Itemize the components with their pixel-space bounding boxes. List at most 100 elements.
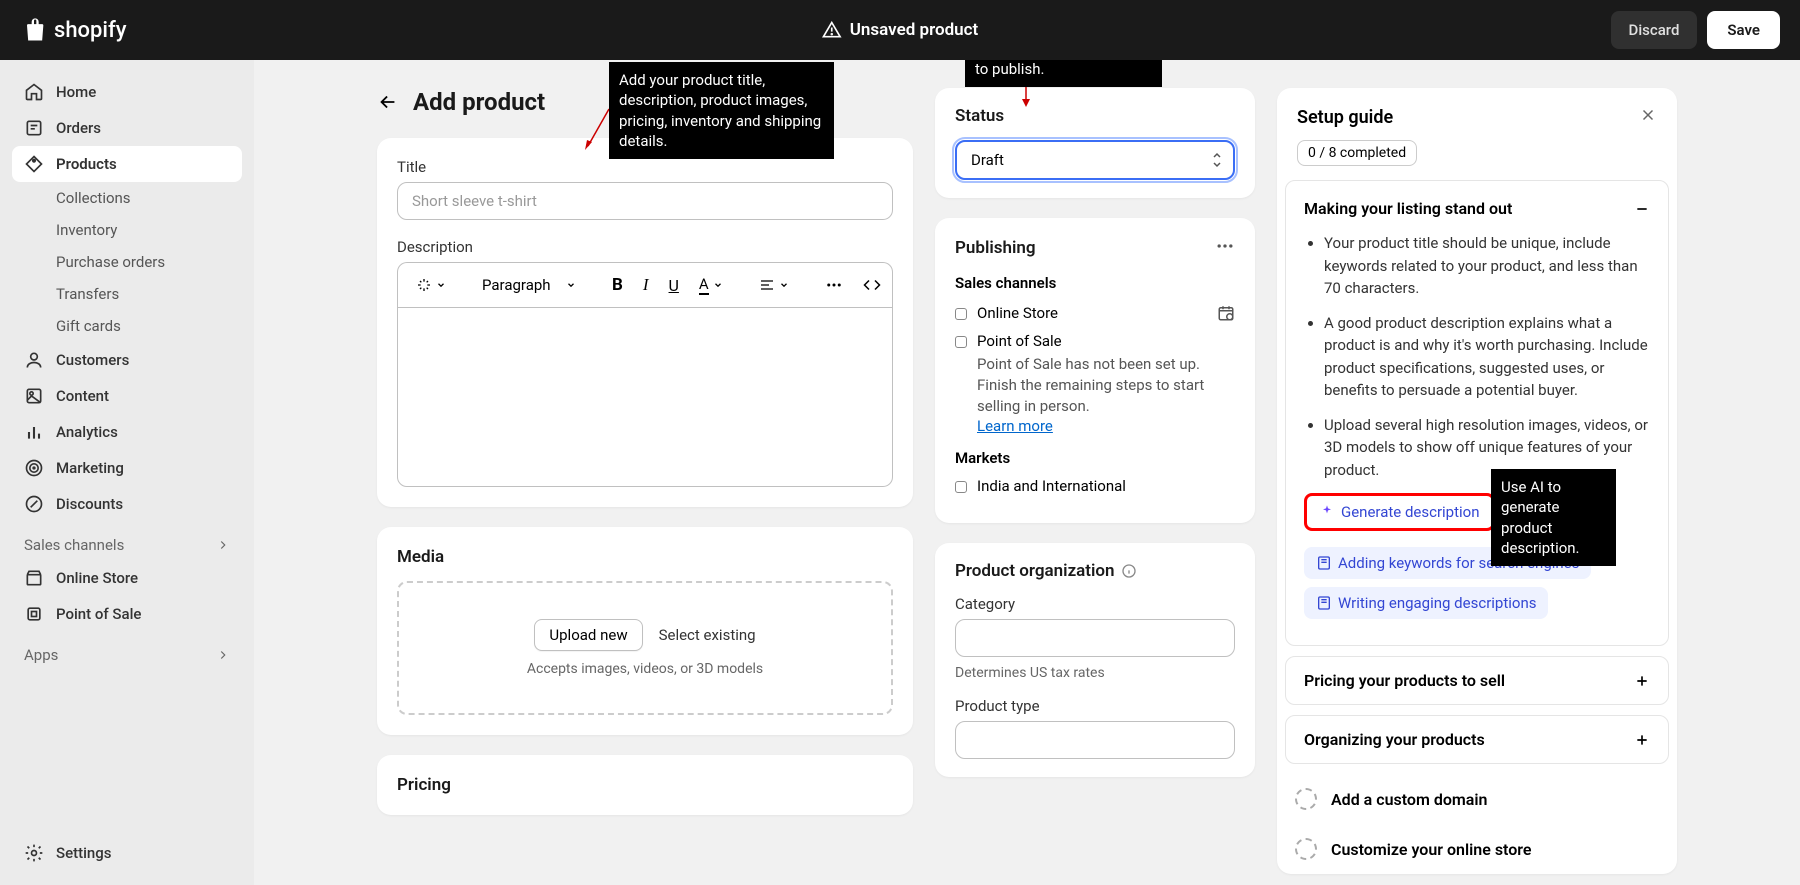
nav-discounts[interactable]: Discounts [12,486,242,522]
nav-marketing[interactable]: Marketing [12,450,242,486]
category-hint: Determines US tax rates [955,665,1235,681]
learn-more-link[interactable]: Learn more [977,417,1053,435]
generate-description-pill[interactable]: Generate description [1304,493,1495,531]
nav-purchase-orders[interactable]: Purchase orders [12,246,242,278]
nav-gift-cards[interactable]: Gift cards [12,310,242,342]
rte-italic-button[interactable]: I [635,269,657,301]
category-label: Category [955,595,1235,613]
analytics-icon [24,422,44,442]
rte-toolbar: Paragraph B I U A [397,262,893,307]
nav-products[interactable]: Products [12,146,242,182]
nav-customers[interactable]: Customers [12,342,242,378]
product-type-input[interactable] [955,721,1235,759]
page-title: Add product [413,88,545,116]
content-icon [24,386,44,406]
shopify-logo: shopify [20,16,127,44]
rte-paragraph-select[interactable]: Paragraph [474,270,584,300]
nav-content[interactable]: Content [12,378,242,414]
nav-pos[interactable]: Point of Sale [12,596,242,632]
status-title: Status [955,106,1235,126]
rte-align-button[interactable] [751,271,797,299]
market-india: India and International [955,477,1235,495]
minus-icon [1634,201,1650,217]
setup-section-listing-toggle[interactable]: Making your listing stand out [1304,199,1650,218]
publishing-title: Publishing [955,238,1036,258]
chevron-down-icon [436,280,446,290]
nav-section-apps[interactable]: Apps [12,632,242,670]
pricing-card: Pricing [377,755,913,815]
setup-close-button[interactable] [1639,106,1657,128]
task-custom-domain[interactable]: Add a custom domain [1277,774,1677,824]
upload-new-button[interactable]: Upload new [534,619,642,651]
nav-section-sales-channels[interactable]: Sales channels [12,522,242,560]
media-hint: Accepts images, videos, or 3D models [435,661,855,677]
product-org-card: Product organization Category Determines… [935,543,1255,777]
annotation-status: Change from "Draft" to "Active" once you… [965,60,1162,87]
nav-collections[interactable]: Collections [12,182,242,214]
title-input[interactable] [397,182,893,220]
orders-icon [24,118,44,138]
setup-section-organizing[interactable]: Organizing your products [1285,715,1669,764]
calendar-icon[interactable] [1217,304,1235,322]
info-icon[interactable] [1121,563,1137,579]
rte-more-button[interactable] [817,270,851,300]
rte-bold-button[interactable]: B [604,269,631,301]
nav-home[interactable]: Home [12,74,242,110]
title-label: Title [397,158,893,176]
shopify-bag-icon [20,16,48,44]
chevron-down-icon [779,280,789,290]
select-existing-button[interactable]: Select existing [659,619,756,651]
markets-label: Markets [955,449,1235,467]
channel-online-store: Online Store [955,304,1235,322]
publishing-menu-button[interactable] [1215,236,1235,260]
rte-color-button[interactable]: A [691,269,731,301]
nav-analytics[interactable]: Analytics [12,414,242,450]
publishing-card: Publishing Sales channels Online Store P… [935,218,1255,523]
nav-inventory[interactable]: Inventory [12,214,242,246]
top-header: shopify Unsaved product Discard Save [0,0,1800,60]
person-icon [24,350,44,370]
chevron-right-icon [216,538,230,552]
rte-underline-button[interactable]: U [661,270,687,301]
sales-channels-label: Sales channels [955,274,1235,292]
setup-guide-card: Setup guide 0 / 8 completed Making your … [1277,88,1677,874]
nav-transfers[interactable]: Transfers [12,278,242,310]
back-button[interactable] [377,91,399,113]
description-label: Description [397,238,893,256]
arrow-left-icon [377,91,399,113]
warning-icon [822,20,842,40]
pricing-title: Pricing [397,775,893,795]
task-customize-store[interactable]: Customize your online store [1277,824,1677,874]
status-card: Status Draft Change from "Draft" to "Act… [935,88,1255,198]
chevron-right-icon [216,648,230,662]
rte-ai-button[interactable] [408,271,454,299]
setup-section-pricing[interactable]: Pricing your products to sell [1285,656,1669,705]
book-icon [1316,555,1332,571]
discard-button[interactable]: Discard [1611,11,1698,49]
media-dropzone[interactable]: Upload new Select existing Accepts image… [397,581,893,715]
nav-orders[interactable]: Orders [12,110,242,146]
rte-html-button[interactable] [855,270,889,300]
channel-pos: Point of Sale Point of Sale has not been… [955,332,1235,435]
product-type-label: Product type [955,697,1235,715]
unsaved-indicator: Unsaved product [822,20,978,40]
title-desc-card: Title Description Paragraph B I U A [377,138,913,507]
nav-settings[interactable]: Settings [12,835,242,871]
annotation-arrow [582,106,612,151]
setup-guide-title: Setup guide [1297,107,1393,128]
page-header: Add product Add your product title, desc… [377,88,913,116]
category-input[interactable] [955,619,1235,657]
description-editor[interactable] [397,307,893,487]
status-select[interactable]: Draft [955,140,1235,180]
annotation-ai-desc: Use AI to generate product description. [1491,469,1616,566]
writing-desc-pill[interactable]: Writing engaging descriptions [1304,587,1548,619]
save-button[interactable]: Save [1707,11,1780,49]
sidebar: Home Orders Products Collections Invento… [0,60,254,885]
home-icon [24,82,44,102]
nav-online-store[interactable]: Online Store [12,560,242,596]
gear-icon [24,843,44,863]
chevron-down-icon [566,280,576,290]
dots-icon [825,276,843,294]
target-icon [24,458,44,478]
book-icon [1316,595,1332,611]
